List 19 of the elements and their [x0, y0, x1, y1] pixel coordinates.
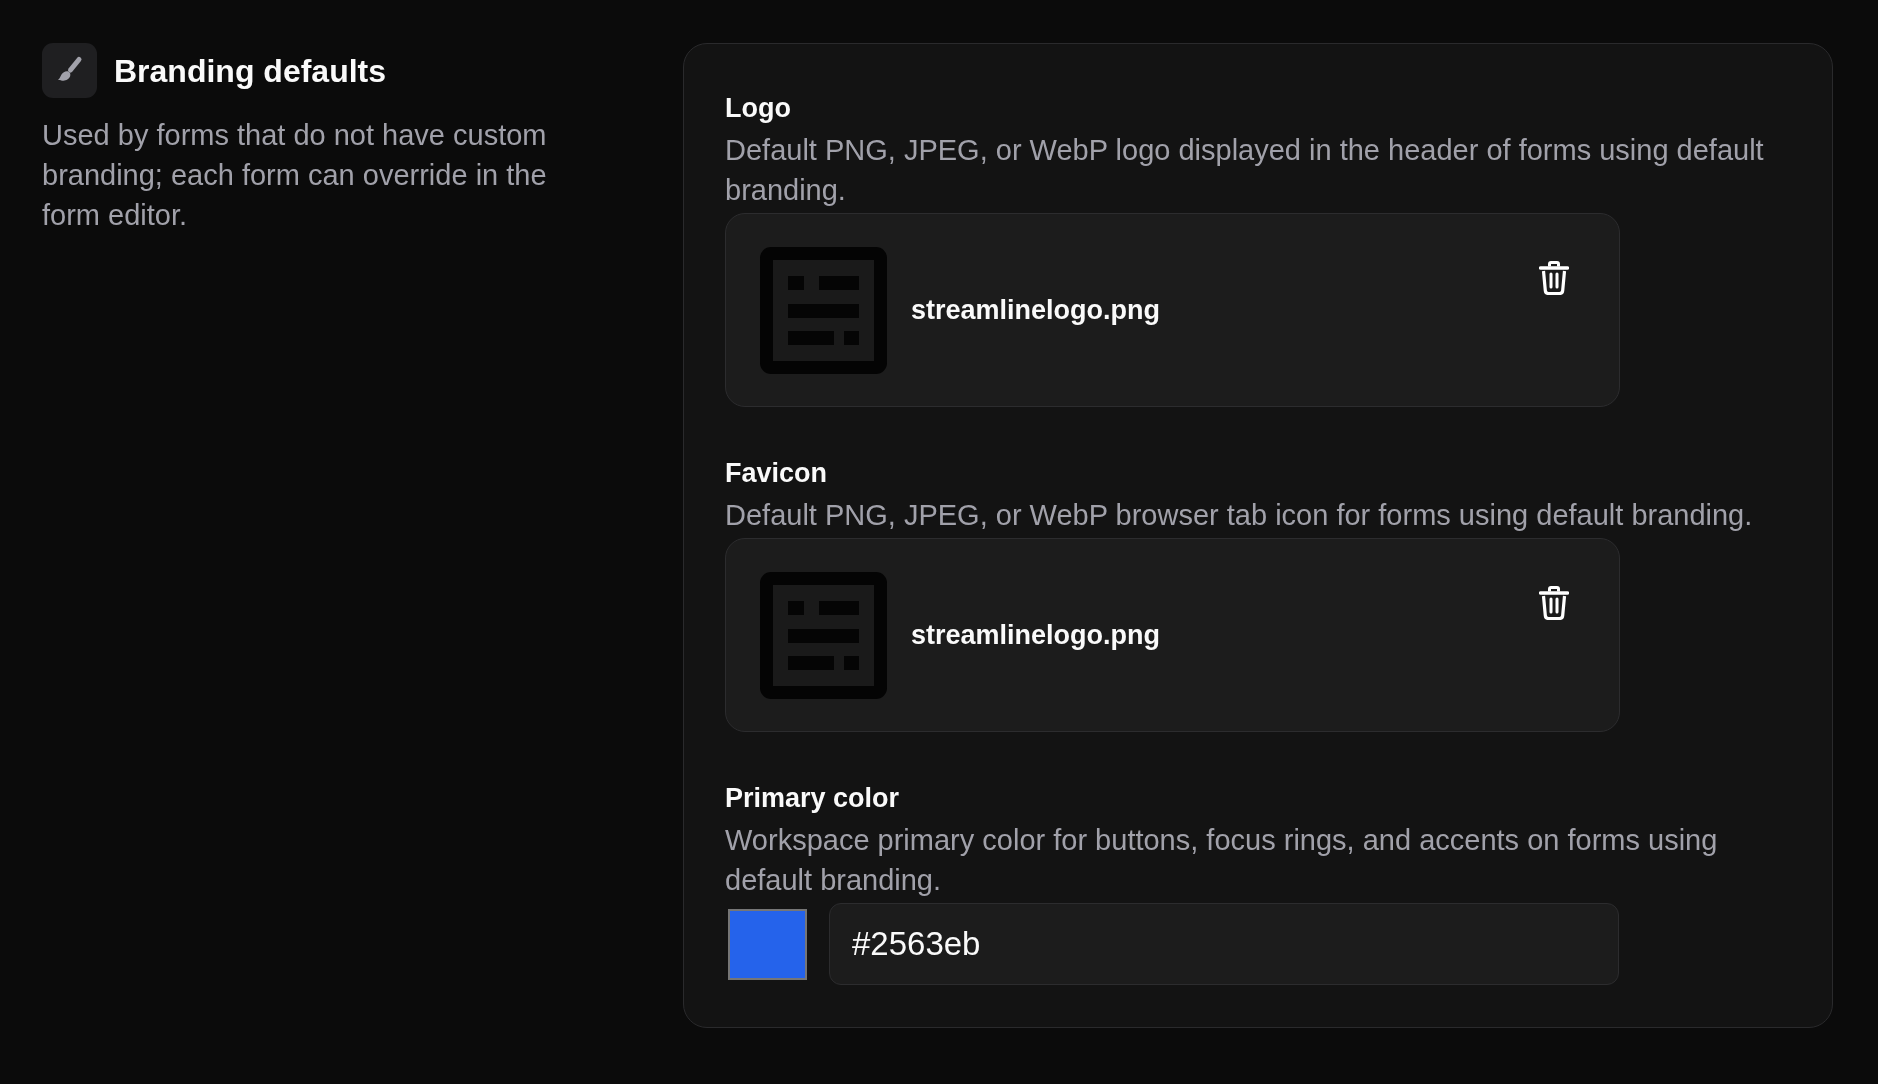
field-label: Favicon [725, 457, 829, 490]
delete-button[interactable] [1539, 586, 1569, 620]
trash-icon [1539, 261, 1569, 295]
paintbrush-icon [42, 43, 97, 98]
section-description: Used by forms that do not have custom branding; each form can override in the form editor. [42, 118, 548, 233]
field-label: Logo [725, 92, 792, 125]
delete-button[interactable] [1539, 261, 1569, 295]
file-upload-card[interactable]: streamlinelogo.png [725, 213, 1620, 407]
field-description: Workspace primary color for buttons, focus rings, and accents on forms using default branding. [725, 823, 1719, 898]
trash-icon [1539, 586, 1569, 620]
section-title: Branding defaults [114, 51, 386, 91]
field-description: Default PNG, JPEG, or WebP logo displayed in the header of forms using default branding. [725, 133, 1765, 208]
color-hex-input[interactable]: #2563eb [829, 903, 1619, 985]
file-name: streamlinelogo.png [911, 619, 1162, 651]
field-description: Default PNG, JPEG, or WebP browser tab icon for forms using default branding. [725, 498, 1754, 533]
field-label: Primary color [725, 782, 901, 815]
file-upload-card[interactable]: streamlinelogo.png [725, 538, 1620, 732]
color-swatch[interactable] [728, 908, 807, 980]
file-name: streamlinelogo.png [911, 294, 1162, 326]
